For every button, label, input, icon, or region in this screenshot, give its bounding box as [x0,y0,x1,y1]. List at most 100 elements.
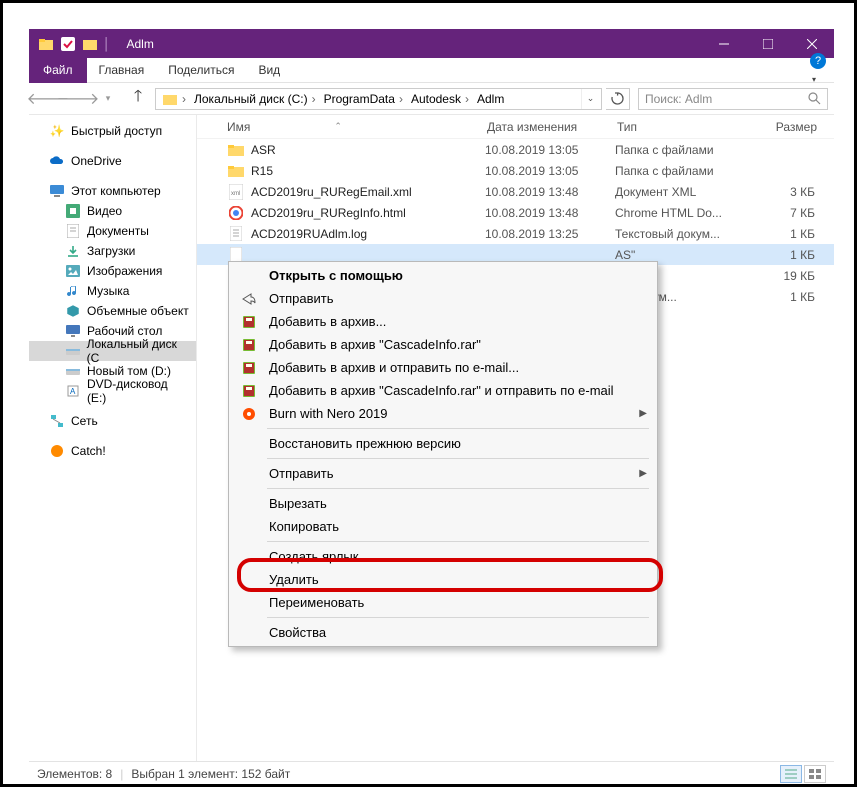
file-row[interactable]: R15 10.08.2019 13:05Папка с файлами [197,160,834,181]
nav-onedrive[interactable]: OneDrive [29,151,196,171]
file-row[interactable]: ACD2019RUAdlm.log 10.08.2019 13:25Тексто… [197,223,834,244]
nav-cdisk[interactable]: Локальный диск (C [29,341,196,361]
folder-icon [227,162,245,180]
nav-quick-access[interactable]: ✨Быстрый доступ [29,121,196,141]
disc-icon: A [65,383,81,399]
image-icon [65,263,81,279]
nav-3dobjects[interactable]: Объемные объект [29,301,196,321]
col-type: Тип [617,120,757,134]
crumb-c: Локальный диск (C:)› [190,89,320,109]
crumb-adlm: Adlm [473,89,508,109]
desktop-icon [65,323,81,339]
ctx-archive-named-email[interactable]: Добавить в архив "CascadeInfo.rar" и отп… [229,379,657,402]
share-tab[interactable]: Поделиться [156,58,246,83]
nav-pane: ✨Быстрый доступ OneDrive Этот компьютер … [29,115,197,761]
maximize-button[interactable] [746,29,790,58]
folder-icon [37,35,55,53]
nav-this-pc[interactable]: Этот компьютер [29,181,196,201]
xml-icon: xml [227,183,245,201]
window-title: Adlm [127,37,154,51]
status-items: Элементов: 8 [37,767,112,781]
drive-icon [65,363,81,379]
col-name: Имя [227,120,250,134]
svg-text:A: A [70,387,76,396]
crumb-programdata: ProgramData› [320,89,407,109]
film-icon [65,203,81,219]
ctx-send-to[interactable]: Отправить▶ [229,462,657,485]
winrar-icon [239,337,259,353]
nav-images[interactable]: Изображения [29,261,196,281]
help-button[interactable]: ?▾ [810,53,834,87]
recent-dropdown[interactable]: ▾ [95,87,121,111]
ctx-restore-version[interactable]: Восстановить прежнюю версию [229,432,657,455]
cube-icon [65,303,81,319]
ctx-copy[interactable]: Копировать [229,515,657,538]
properties-icon[interactable] [59,35,77,53]
file-row[interactable]: ACD2019ru_RURegInfo.html 10.08.2019 13:4… [197,202,834,223]
forward-button: 🡒 [65,87,91,111]
submenu-arrow: ▶ [639,468,647,479]
nav-dvd[interactable]: ADVD-дисковод (E:) [29,381,196,401]
share-icon [239,292,259,306]
ctx-open-with[interactable]: Открыть с помощью [229,264,657,287]
ctx-add-archive-named[interactable]: Добавить в архив "CascadeInfo.rar" [229,333,657,356]
minimize-button[interactable] [702,29,746,58]
view-tab[interactable]: Вид [246,58,292,83]
columns-header[interactable]: Имя ⌃ Дата изменения Тип Размер [197,115,834,139]
doc-icon [65,223,81,239]
submenu-arrow: ▶ [639,408,647,419]
ctx-delete[interactable]: Удалить [229,568,657,591]
sort-indicator: ⌃ [334,121,342,132]
folder-icon [227,141,245,159]
ctx-properties[interactable]: Свойства [229,621,657,644]
details-view-button[interactable] [780,765,802,783]
address-bar[interactable]: › Локальный диск (C:)› ProgramData› Auto… [155,88,602,110]
network-icon [49,413,65,429]
txt-icon [227,225,245,243]
search-icon [808,92,821,105]
folder-icon [81,35,99,53]
download-icon [65,243,81,259]
winrar-icon [239,360,259,376]
up-button[interactable]: 🡑 [125,87,151,111]
file-row[interactable]: xmlACD2019ru_RURegEmail.xml 10.08.2019 1… [197,181,834,202]
nav-documents[interactable]: Документы [29,221,196,241]
ctx-rename[interactable]: Переименовать [229,591,657,614]
ctx-send[interactable]: Отправить [229,287,657,310]
icons-view-button[interactable] [804,765,826,783]
winrar-icon [239,383,259,399]
ctx-archive-email[interactable]: Добавить в архив и отправить по e-mail..… [229,356,657,379]
ctx-create-shortcut[interactable]: Создать ярлык [229,545,657,568]
titlebar: │ Adlm [29,29,834,58]
nav-network[interactable]: Сеть [29,411,196,431]
star-icon: ✨ [49,123,65,139]
statusbar: Элементов: 8 | Выбран 1 элемент: 152 бай… [29,761,834,785]
nav-music[interactable]: Музыка [29,281,196,301]
col-date: Дата изменения [487,120,617,134]
refresh-button[interactable] [606,88,630,110]
status-selection: Выбран 1 элемент: 152 байт [131,767,290,781]
winrar-icon [239,314,259,330]
cloud-icon [49,153,65,169]
search-input[interactable]: Поиск: Adlm [638,88,828,110]
nav-downloads[interactable]: Загрузки [29,241,196,261]
ctx-burn-nero[interactable]: Burn with Nero 2019▶ [229,402,657,425]
chrome-icon [227,204,245,222]
col-size: Размер [757,120,817,134]
crumb-root: › [158,89,190,109]
ctx-cut[interactable]: Вырезать [229,492,657,515]
nav-videos[interactable]: Видео [29,201,196,221]
ctx-add-archive[interactable]: Добавить в архив... [229,310,657,333]
address-dropdown[interactable]: ⌄ [581,89,599,109]
ribbon-tabs: Файл Главная Поделиться Вид ?▾ [29,58,834,83]
drive-icon [65,343,81,359]
file-tab[interactable]: Файл [29,58,87,83]
catch-icon [49,443,65,459]
context-menu: Открыть с помощью Отправить Добавить в а… [228,261,658,647]
file-row[interactable]: ASR 10.08.2019 13:05Папка с файлами [197,139,834,160]
home-tab[interactable]: Главная [87,58,157,83]
svg-text:xml: xml [231,191,240,197]
nav-catch[interactable]: Catch! [29,441,196,461]
pc-icon [49,183,65,199]
qat-divider: │ [103,37,111,51]
